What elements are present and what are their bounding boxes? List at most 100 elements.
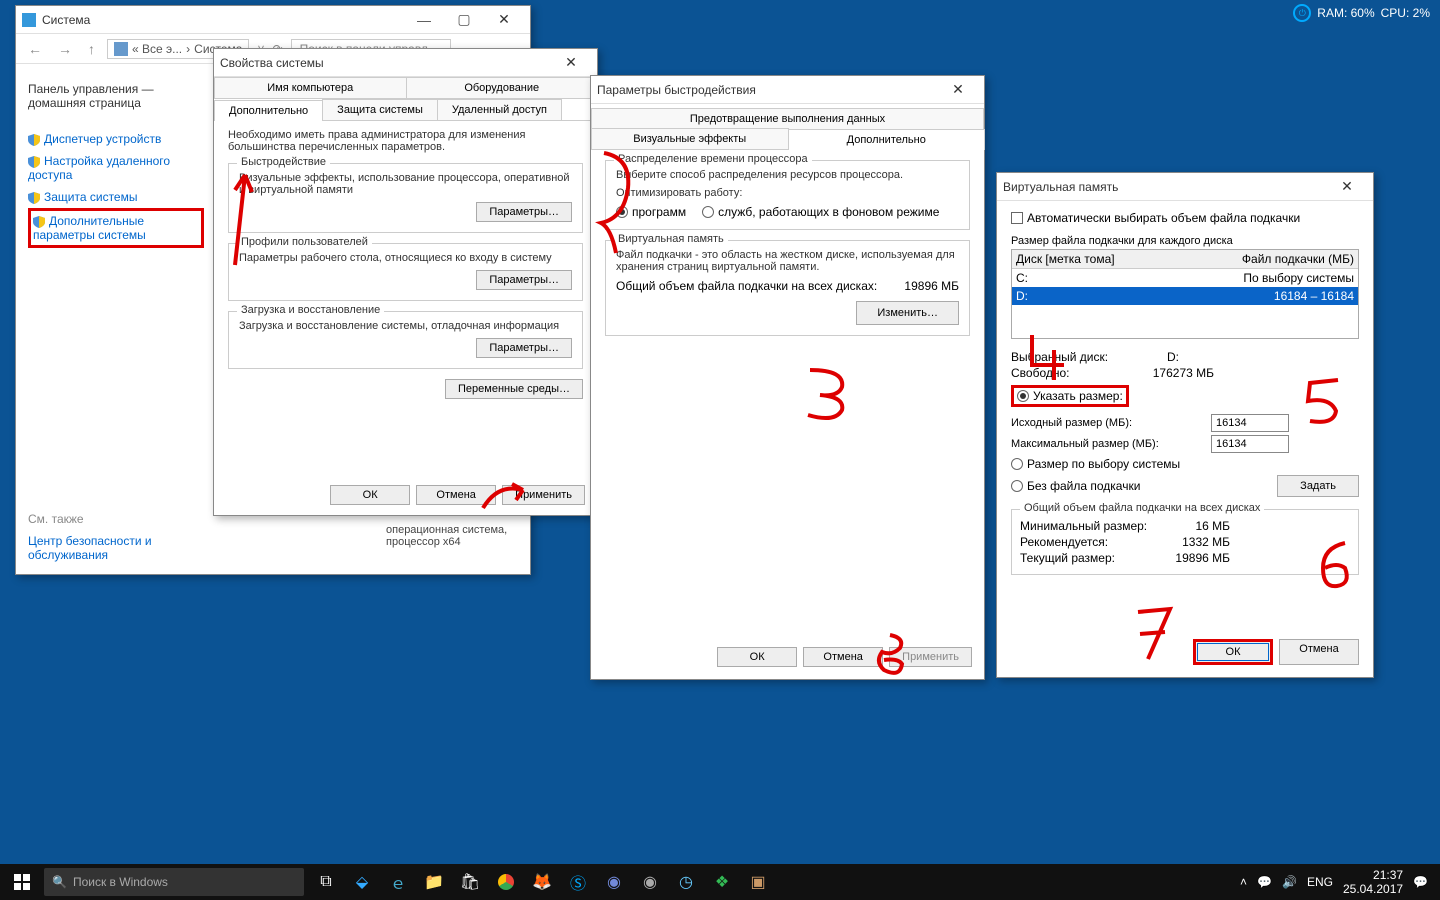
- tray-lang[interactable]: ENG: [1307, 875, 1333, 889]
- app-icon[interactable]: ❖: [704, 864, 740, 900]
- dropbox-icon[interactable]: ⬙: [344, 864, 380, 900]
- list-item[interactable]: D:16184 – 16184: [1012, 287, 1358, 305]
- shield-icon: [28, 156, 40, 168]
- explorer-icon[interactable]: 📁: [416, 864, 452, 900]
- ok-button[interactable]: ОК: [1193, 639, 1273, 665]
- sysprops-tabs-row1: Имя компьютера Оборудование: [214, 77, 597, 99]
- close-icon[interactable]: ✕: [938, 76, 978, 103]
- ram-stat: RAM: 60%: [1317, 6, 1374, 20]
- power-icon: ⏻: [1293, 4, 1311, 22]
- sysprops-intro: Необходимо иметь права администратора дл…: [214, 121, 597, 153]
- windows-icon: [14, 874, 30, 890]
- initial-size-input[interactable]: [1211, 414, 1289, 432]
- cpu-stat: CPU: 2%: [1381, 6, 1430, 20]
- ok-button[interactable]: ОК: [330, 485, 410, 505]
- sysprops-tabs-row2: Дополнительно Защита системы Удаленный д…: [214, 99, 597, 121]
- radio-programs[interactable]: программ: [616, 205, 686, 219]
- cp-home-link[interactable]: Панель управления — домашняя страница: [28, 78, 204, 114]
- app-icon[interactable]: ◷: [668, 864, 704, 900]
- drive-listbox[interactable]: Диск [метка тома]Файл подкачки (МБ) C:По…: [1011, 249, 1359, 339]
- cancel-button[interactable]: Отмена: [1279, 639, 1359, 665]
- vmem-titlebar[interactable]: Виртуальная память ✕: [997, 173, 1373, 201]
- device-manager-link[interactable]: Диспетчер устройств: [28, 128, 204, 150]
- tray-action-center-icon[interactable]: 💬: [1413, 875, 1428, 889]
- free-space: 176273 МБ: [1153, 366, 1214, 380]
- nav-up-icon[interactable]: ↑: [84, 41, 99, 57]
- sysprops-titlebar[interactable]: Свойства системы ✕: [214, 49, 597, 77]
- discord-icon[interactable]: ◉: [596, 864, 632, 900]
- vmem-total-value: 19896 МБ: [904, 279, 959, 293]
- total-paging-group: Общий объем файла подкачки на всех диска…: [1011, 509, 1359, 575]
- advanced-system-settings-link[interactable]: Дополнительные параметры системы: [28, 208, 204, 248]
- nav-back-icon[interactable]: ←: [24, 41, 46, 57]
- close-icon[interactable]: ✕: [1327, 173, 1367, 200]
- tab-hardware[interactable]: Оборудование: [406, 77, 599, 98]
- change-vmem-button[interactable]: Изменить…: [856, 301, 959, 325]
- security-center-link[interactable]: Центр безопасности и обслуживания: [28, 530, 204, 566]
- virtual-memory-group: Виртуальная память Файл подкачки - это о…: [605, 240, 970, 336]
- tab-remote[interactable]: Удаленный доступ: [437, 99, 562, 120]
- nav-fwd-icon[interactable]: →: [54, 41, 76, 57]
- auto-manage-checkbox[interactable]: Автоматически выбирать объем файла подка…: [1011, 211, 1300, 225]
- tab-dep[interactable]: Предотвращение выполнения данных: [591, 108, 984, 129]
- user-profiles-group: Профили пользователей Параметры рабочего…: [228, 243, 583, 301]
- shield-icon: [33, 216, 45, 228]
- performance-group: Быстродействие Визуальные эффекты, испол…: [228, 163, 583, 233]
- maximize-icon[interactable]: ▢: [444, 6, 484, 33]
- virtual-memory-dialog: Виртуальная память ✕ Автоматически выбир…: [996, 172, 1374, 678]
- perfopts-tabs: Предотвращение выполнения данных Визуаль…: [591, 104, 984, 150]
- search-icon: 🔍: [52, 875, 67, 889]
- radio-custom-size[interactable]: Указать размер:: [1011, 385, 1129, 407]
- pc-icon: [114, 42, 128, 56]
- close-icon[interactable]: ✕: [551, 49, 591, 76]
- system-properties-dialog: Свойства системы ✕ Имя компьютера Оборуд…: [213, 48, 598, 516]
- startup-recovery-group: Загрузка и восстановление Загрузка и вос…: [228, 311, 583, 369]
- selected-drive: D:: [1167, 350, 1179, 364]
- tray-notification-icon[interactable]: 💬: [1257, 875, 1272, 889]
- system-titlebar[interactable]: Система — ▢ ✕: [16, 6, 530, 34]
- remote-settings-link[interactable]: Настройка удаленного доступа: [28, 150, 204, 186]
- task-view-icon[interactable]: ⧉: [308, 864, 344, 900]
- store-icon[interactable]: 🛍: [452, 864, 488, 900]
- apply-button[interactable]: Применить: [889, 647, 972, 667]
- apply-button[interactable]: Применить: [502, 485, 585, 505]
- chrome-icon[interactable]: [488, 864, 524, 900]
- taskbar-search[interactable]: 🔍Поиск в Windows: [44, 868, 304, 896]
- profiles-settings-button[interactable]: Параметры…: [476, 270, 572, 290]
- startup-settings-button[interactable]: Параметры…: [476, 338, 572, 358]
- processor-scheduling-group: Распределение времени процессора Выберит…: [605, 160, 970, 230]
- max-size-input[interactable]: [1211, 435, 1289, 453]
- radio-no-paging[interactable]: Без файла подкачки: [1011, 479, 1140, 493]
- shield-icon: [28, 192, 40, 204]
- cancel-button[interactable]: Отмена: [416, 485, 496, 505]
- edge-icon[interactable]: ｅ: [380, 864, 416, 900]
- list-item[interactable]: C:По выбору системы: [1012, 269, 1358, 287]
- tab-advanced[interactable]: Дополнительно: [214, 100, 323, 121]
- env-vars-button[interactable]: Переменные среды…: [445, 379, 583, 399]
- skype-icon[interactable]: Ⓢ: [560, 864, 596, 900]
- radio-system-managed[interactable]: Размер по выбору системы: [1011, 457, 1359, 471]
- minimize-icon[interactable]: —: [404, 6, 444, 33]
- perfopts-titlebar[interactable]: Параметры быстродействия ✕: [591, 76, 984, 104]
- firefox-icon[interactable]: 🦊: [524, 864, 560, 900]
- app-icon[interactable]: ▣: [740, 864, 776, 900]
- tray-up-icon[interactable]: ˄: [1240, 875, 1247, 889]
- tray-clock[interactable]: 21:37 25.04.2017: [1343, 868, 1403, 897]
- tab-visual-effects[interactable]: Визуальные эффекты: [591, 128, 789, 149]
- steam-icon[interactable]: ◉: [632, 864, 668, 900]
- tab-system-protection[interactable]: Защита системы: [322, 99, 438, 120]
- start-button[interactable]: [4, 864, 40, 900]
- tab-computer-name[interactable]: Имя компьютера: [214, 77, 407, 98]
- set-button[interactable]: Задать: [1277, 475, 1359, 497]
- tab-perf-advanced[interactable]: Дополнительно: [788, 129, 986, 150]
- ok-button[interactable]: ОК: [717, 647, 797, 667]
- window-icon: [22, 13, 36, 27]
- radio-services[interactable]: служб, работающих в фоновом режиме: [702, 205, 939, 219]
- close-icon[interactable]: ✕: [484, 6, 524, 33]
- performance-settings-button[interactable]: Параметры…: [476, 202, 572, 222]
- taskbar[interactable]: 🔍Поиск в Windows ⧉ ⬙ ｅ 📁 🛍 🦊 Ⓢ ◉ ◉ ◷ ❖ ▣…: [0, 864, 1440, 900]
- tray-volume-icon[interactable]: 🔊: [1282, 875, 1297, 889]
- system-protection-link[interactable]: Защита системы: [28, 186, 204, 208]
- system-title: Система: [42, 13, 404, 27]
- cancel-button[interactable]: Отмена: [803, 647, 883, 667]
